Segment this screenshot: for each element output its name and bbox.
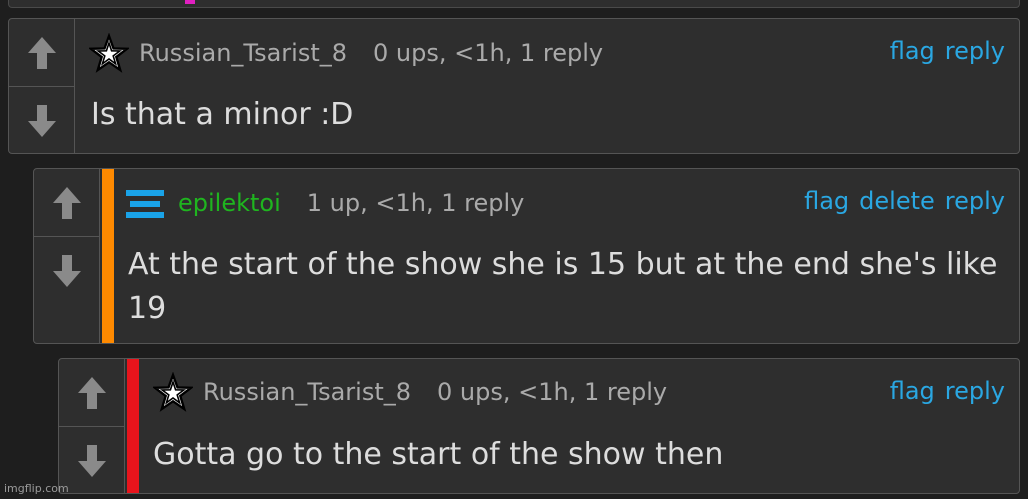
star-icon: [151, 371, 195, 412]
upvote-button[interactable]: [34, 169, 99, 236]
flag-link[interactable]: flag: [890, 377, 935, 405]
depth-stripe: [102, 169, 114, 343]
username-link[interactable]: epilektoi: [178, 189, 281, 217]
star-icon: [87, 32, 131, 73]
downvote-button[interactable]: [9, 86, 74, 155]
downvote-button[interactable]: [59, 426, 124, 495]
upvote-button[interactable]: [59, 359, 124, 426]
arrow-down-icon: [77, 445, 106, 477]
vote-column: [34, 169, 100, 343]
upvote-button[interactable]: [9, 19, 74, 86]
comment-text: Is that a minor :D: [91, 97, 354, 132]
depth-stripe: [127, 359, 139, 493]
comment-header: Russian_Tsarist_8 0 ups, <1h, 1 reply: [87, 32, 604, 74]
comment-header: Russian_Tsarist_8 0 ups, <1h, 1 reply: [151, 371, 668, 413]
comment-actions: flag reply: [890, 37, 1005, 65]
hamburger-icon: [122, 184, 168, 222]
depth-stripe: [185, 0, 195, 4]
comment: Russian_Tsarist_8 0 ups, <1h, 1 reply fl…: [58, 358, 1020, 494]
comment-actions: flag delete reply: [804, 187, 1005, 215]
comment-text: At the start of the show she is 15 but a…: [128, 247, 998, 326]
watermark: imgflip.com: [4, 482, 69, 495]
arrow-up-icon: [77, 376, 106, 409]
arrow-up-icon: [52, 186, 81, 219]
comment-actions: flag reply: [890, 377, 1005, 405]
arrow-down-icon: [52, 255, 81, 287]
reply-link[interactable]: reply: [945, 377, 1005, 405]
comment-header: epilektoi 1 up, <1h, 1 reply: [122, 182, 524, 224]
comment-thread: Russian_Tsarist_8 0 ups, <1h, 1 reply fl…: [0, 0, 1028, 499]
comment-meta: 0 ups, <1h, 1 reply: [437, 378, 668, 406]
previous-comment-edge: [8, 0, 1020, 8]
comment: Russian_Tsarist_8 0 ups, <1h, 1 reply fl…: [8, 18, 1020, 154]
arrow-up-icon: [27, 36, 56, 69]
comment-meta: 1 up, <1h, 1 reply: [306, 189, 525, 217]
username-link[interactable]: Russian_Tsarist_8: [203, 378, 411, 406]
username-link[interactable]: Russian_Tsarist_8: [139, 39, 347, 67]
reply-link[interactable]: reply: [945, 37, 1005, 65]
comment-meta: 0 ups, <1h, 1 reply: [373, 39, 604, 67]
flag-link[interactable]: flag: [804, 187, 849, 215]
downvote-button[interactable]: [34, 236, 99, 305]
delete-link[interactable]: delete: [859, 187, 935, 215]
flag-link[interactable]: flag: [890, 37, 935, 65]
vote-column: [9, 19, 75, 153]
vote-column: [59, 359, 125, 493]
arrow-down-icon: [27, 105, 56, 137]
comment-text: Gotta go to the start of the show then: [153, 437, 724, 472]
comment: epilektoi 1 up, <1h, 1 reply flag delete…: [33, 168, 1020, 344]
reply-link[interactable]: reply: [945, 187, 1005, 215]
